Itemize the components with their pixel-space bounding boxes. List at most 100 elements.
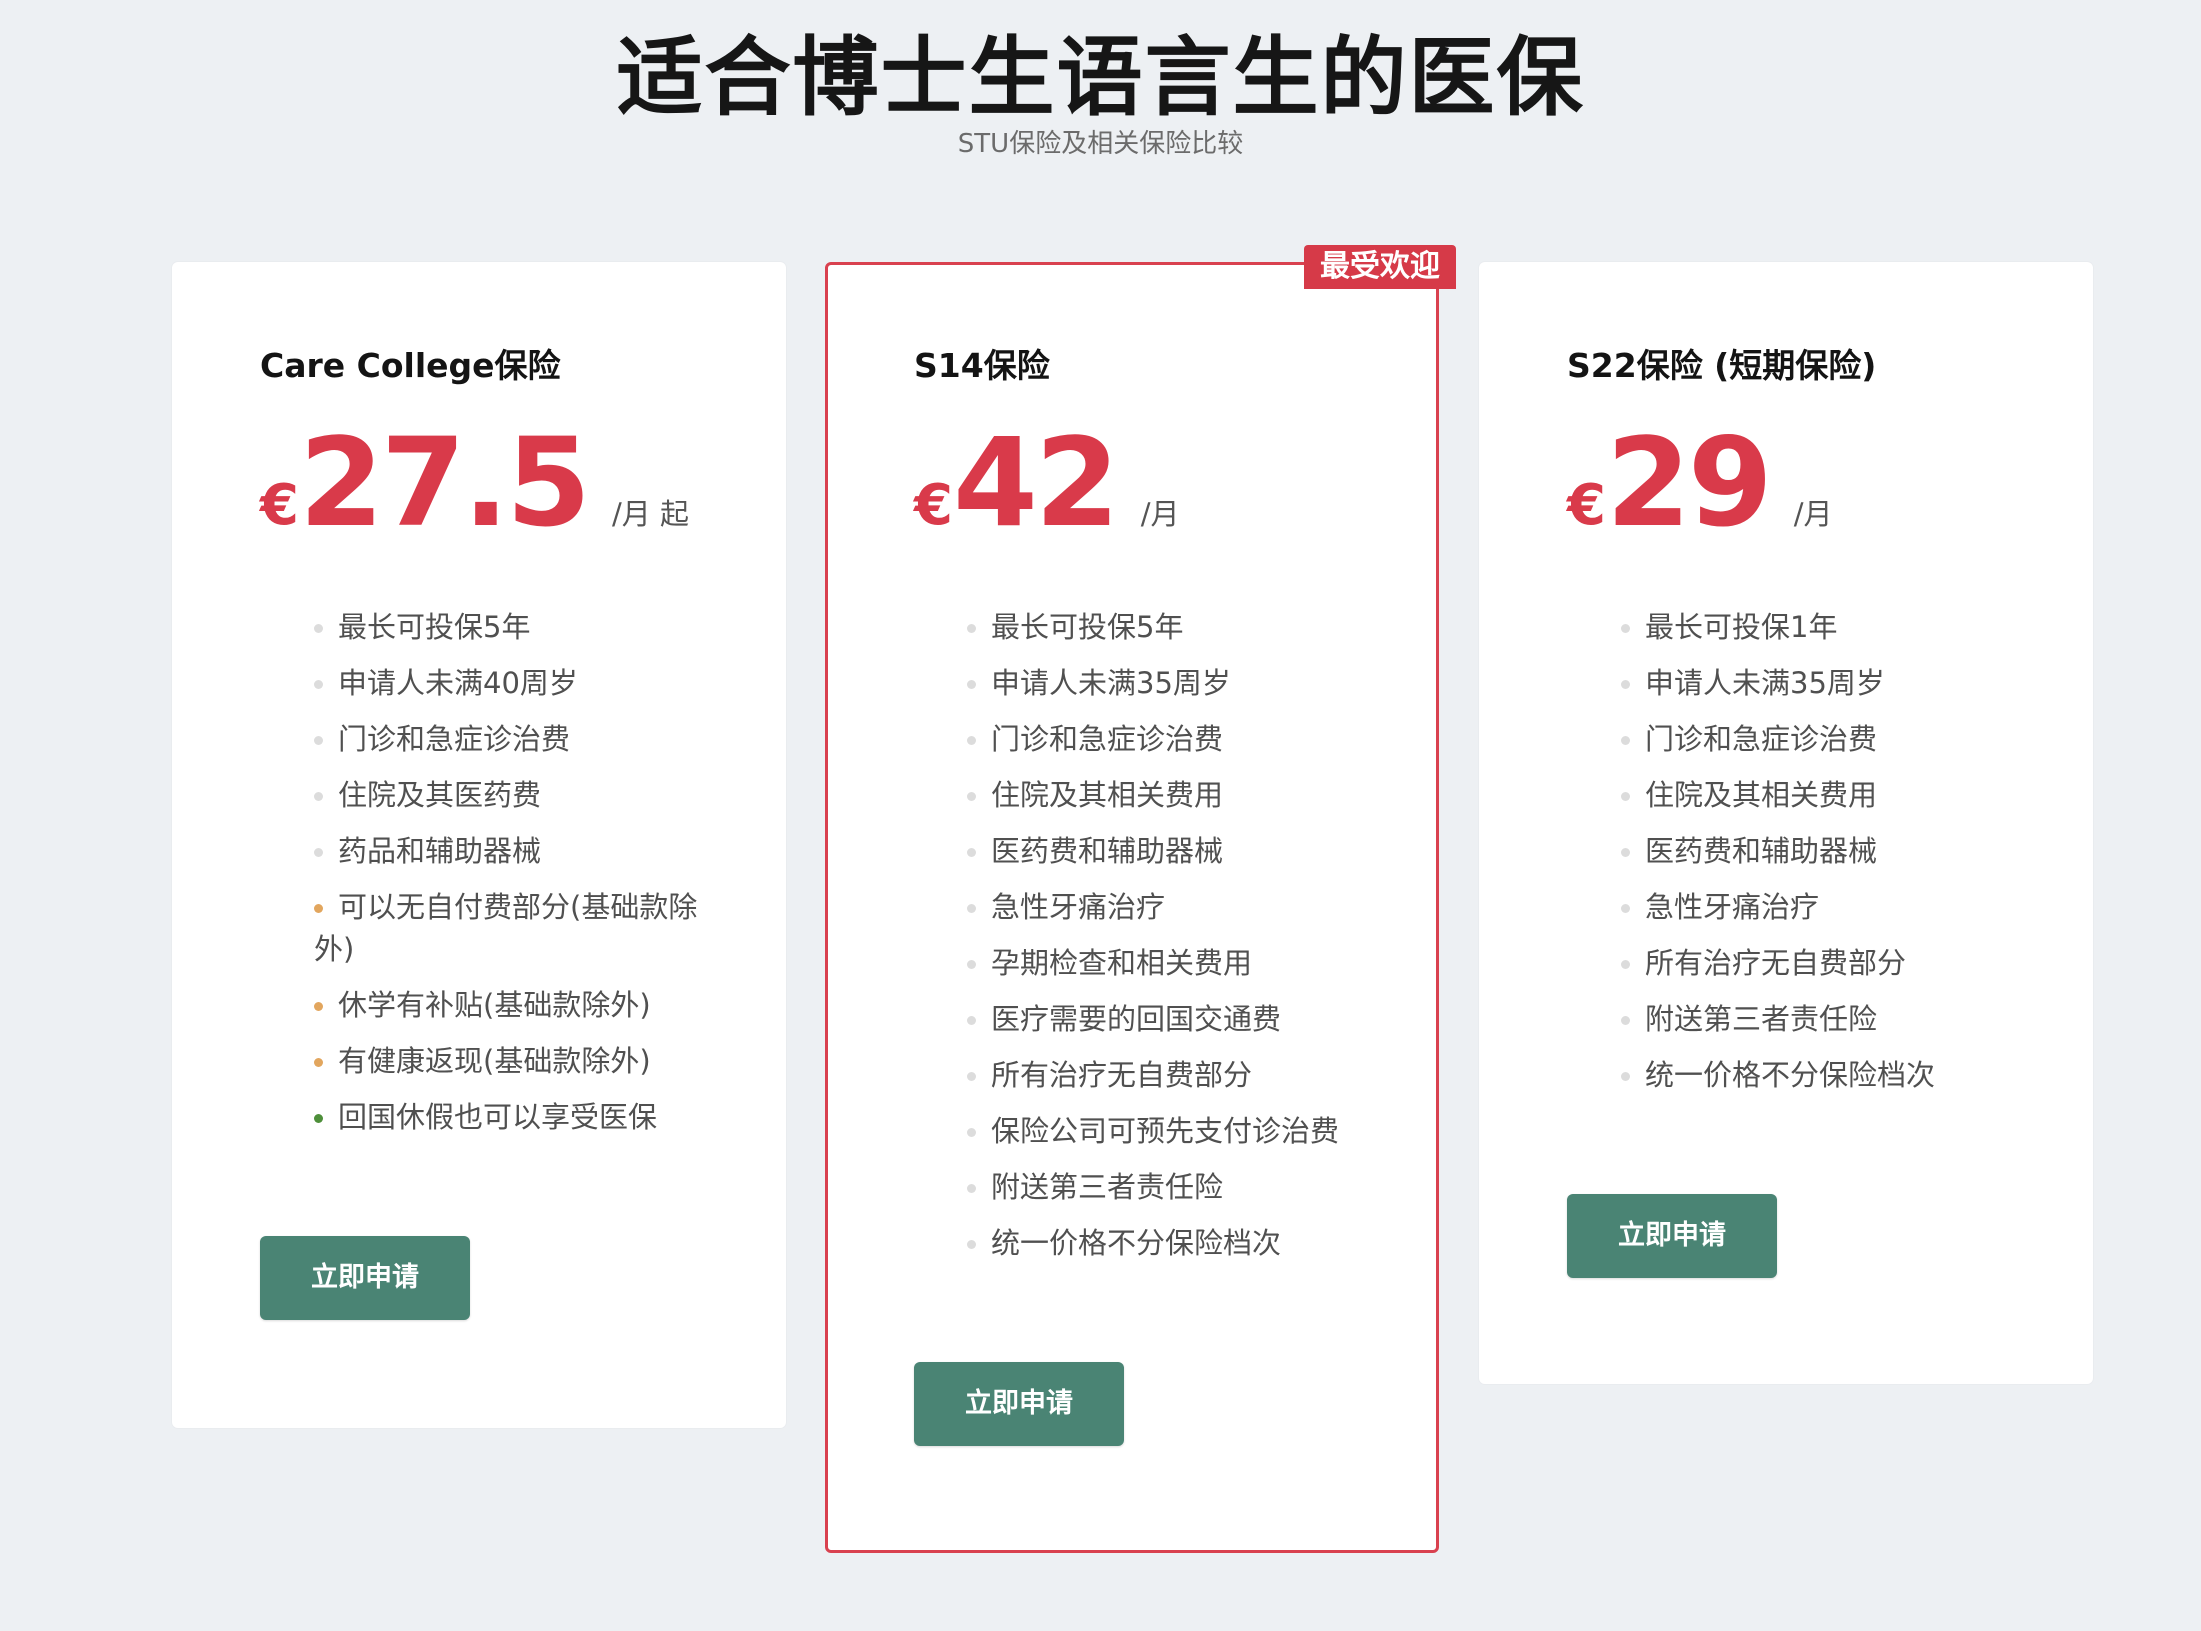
feature-item: 门诊和急症诊治费: [967, 718, 1367, 760]
bullet-icon: [314, 624, 323, 633]
feature-text: 休学有补贴(基础款除外): [338, 988, 651, 1022]
feature-item: 急性牙痛治疗: [1621, 886, 2021, 928]
bullet-icon: [967, 792, 976, 801]
feature-text: 门诊和急症诊治费: [991, 722, 1224, 756]
feature-item: 门诊和急症诊治费: [314, 718, 714, 760]
apply-button[interactable]: 立即申请: [1567, 1194, 1777, 1278]
bullet-icon: [1621, 792, 1630, 801]
feature-text: 门诊和急症诊治费: [1645, 722, 1878, 756]
bullet-icon: [967, 960, 976, 969]
bullet-icon: [1621, 1016, 1630, 1025]
feature-item: 申请人未满35周岁: [1621, 662, 2021, 704]
bullet-icon: [967, 736, 976, 745]
popular-badge: 最受欢迎: [1304, 245, 1456, 289]
bullet-icon: [967, 1016, 976, 1025]
feature-item: 附送第三者责任险: [1621, 998, 2021, 1040]
currency-symbol: €: [260, 473, 299, 538]
feature-list: 最长可投保5年 申请人未满40周岁 门诊和急症诊治费 住院及其医药费 药品和辅助器械 可以…: [314, 606, 714, 1152]
feature-item: 孕期检查和相关费用: [967, 942, 1367, 984]
feature-item: 回国休假也可以享受医保: [314, 1096, 714, 1138]
feature-text: 保险公司可预先支付诊治费: [991, 1114, 1340, 1148]
bullet-icon: [967, 1240, 976, 1249]
feature-text: 回国休假也可以享受医保: [338, 1100, 658, 1134]
currency-symbol: €: [914, 473, 953, 538]
feature-text: 最长可投保5年: [338, 610, 531, 644]
feature-item: 医疗需要的回国交通费: [967, 998, 1367, 1040]
feature-text: 申请人未满35周岁: [991, 666, 1231, 700]
feature-item: 医药费和辅助器械: [1621, 830, 2021, 872]
apply-button[interactable]: 立即申请: [914, 1362, 1124, 1446]
feature-text: 急性牙痛治疗: [1645, 890, 1820, 924]
bullet-icon: [1621, 904, 1630, 913]
feature-text: 申请人未满40周岁: [338, 666, 578, 700]
plan-card-s14: 最受欢迎 S14保险 € 42 /月 最长可投保5年申请人未满35周岁 门诊和急症…: [825, 245, 1456, 1553]
bullet-icon: [967, 624, 976, 633]
bullet-icon: [314, 1002, 323, 1011]
feature-text: 统一价格不分保险档次: [991, 1226, 1282, 1260]
feature-text: 医疗需要的回国交通费: [991, 1002, 1282, 1036]
plan-card-s22: S22保险 (短期保险) € 29 /月 最长可投保1年申请人未满35周岁 门诊和…: [1479, 262, 2093, 1384]
feature-text: 最长可投保1年: [1645, 610, 1838, 644]
feature-item: 统一价格不分保险档次: [1621, 1054, 2021, 1096]
feature-item: 急性牙痛治疗: [967, 886, 1367, 928]
feature-text: 申请人未满35周岁: [1645, 666, 1885, 700]
bullet-icon: [967, 1128, 976, 1137]
feature-text: 所有治疗无自费部分: [991, 1058, 1253, 1092]
page-subtitle: STU保险及相关保险比较: [957, 129, 1244, 159]
feature-text: 所有治疗无自费部分: [1645, 946, 1907, 980]
feature-text: 有健康返现(基础款除外): [338, 1044, 651, 1078]
bullet-icon: [1621, 624, 1630, 633]
bullet-icon: [314, 736, 323, 745]
price-period: /月: [1140, 497, 1180, 531]
bullet-icon: [314, 1058, 323, 1067]
bullet-icon: [967, 1184, 976, 1193]
feature-item: 附送第三者责任险: [967, 1166, 1367, 1208]
apply-button[interactable]: 立即申请: [260, 1236, 470, 1320]
feature-text: 住院及其医药费: [338, 778, 542, 812]
feature-text: 医药费和辅助器械: [1645, 834, 1878, 868]
bullet-icon: [314, 1114, 323, 1123]
bullet-icon: [1621, 680, 1630, 689]
feature-item: 最长可投保5年: [967, 606, 1367, 648]
plan-name: S22保险 (短期保险): [1567, 346, 1877, 385]
feature-item: 统一价格不分保险档次: [967, 1222, 1367, 1264]
feature-text: 附送第三者责任险: [991, 1170, 1224, 1204]
feature-item: 申请人未满35周岁: [967, 662, 1367, 704]
feature-item: 所有治疗无自费部分: [1621, 942, 2021, 984]
plan-name: Care College保险: [260, 346, 561, 385]
price-row: € 42 /月: [914, 418, 1180, 548]
bullet-icon: [314, 904, 323, 913]
bullet-icon: [967, 680, 976, 689]
feature-item: 保险公司可预先支付诊治费: [967, 1110, 1367, 1152]
feature-item: 最长可投保5年: [314, 606, 714, 648]
bullet-icon: [967, 904, 976, 913]
bullet-icon: [1621, 960, 1630, 969]
price-row: € 27.5 /月 起: [260, 418, 689, 548]
feature-text: 住院及其相关费用: [991, 778, 1224, 812]
feature-item: 住院及其相关费用: [1621, 774, 2021, 816]
plan-name: S14保险: [914, 346, 1050, 385]
feature-text: 统一价格不分保险档次: [1645, 1058, 1936, 1092]
feature-text: 急性牙痛治疗: [991, 890, 1166, 924]
feature-list: 最长可投保1年申请人未满35周岁 门诊和急症诊治费 住院及其相关费用 医药费和辅助器械…: [1621, 606, 2021, 1110]
feature-item: 休学有补贴(基础款除外): [314, 984, 714, 1026]
feature-text: 门诊和急症诊治费: [338, 722, 571, 756]
feature-item: 住院及其相关费用: [967, 774, 1367, 816]
bullet-icon: [967, 1072, 976, 1081]
bullet-icon: [314, 680, 323, 689]
feature-item: 最长可投保1年: [1621, 606, 2021, 648]
price-amount: 27.5: [298, 412, 591, 554]
feature-text: 住院及其相关费用: [1645, 778, 1878, 812]
price-amount: 29: [1605, 412, 1773, 554]
page-title: 适合博士生语言生的医保: [616, 27, 1585, 128]
price-row: € 29 /月: [1567, 418, 1833, 548]
price-amount: 42: [952, 412, 1120, 554]
feature-item: 住院及其医药费: [314, 774, 714, 816]
feature-item: 申请人未满40周岁: [314, 662, 714, 704]
feature-list: 最长可投保5年申请人未满35周岁 门诊和急症诊治费 住院及其相关费用 医药费和辅助器械…: [967, 606, 1367, 1278]
bullet-icon: [314, 792, 323, 801]
feature-item: 所有治疗无自费部分: [967, 1054, 1367, 1096]
feature-text: 医药费和辅助器械: [991, 834, 1224, 868]
feature-item: 有健康返现(基础款除外): [314, 1040, 714, 1082]
bullet-icon: [314, 848, 323, 857]
